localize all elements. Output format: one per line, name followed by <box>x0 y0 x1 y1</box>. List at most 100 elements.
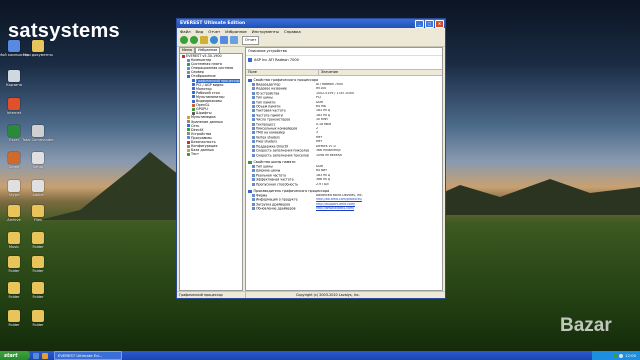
tree-item-icon <box>187 136 190 140</box>
desktop-icon-label: Setup <box>32 165 44 169</box>
property-field-label: TMU на конвейер <box>256 131 285 135</box>
desktop-icon-glyph <box>32 40 44 52</box>
property-row[interactable]: Обновление драйверов http://www.aida64.co… <box>246 207 442 211</box>
status-left: Графический процессор <box>177 292 246 298</box>
tree-item-icon <box>187 120 190 124</box>
menu-item[interactable]: Вид <box>196 29 204 34</box>
report-button[interactable]: Отчет <box>242 35 260 45</box>
start-button[interactable]: start <box>0 351 30 360</box>
everest-window[interactable]: EVEREST Ultimate Edition _ □ × Файл Вид От… <box>176 18 446 299</box>
property-field-label: Фирма <box>256 193 268 198</box>
tree-item-icon <box>187 58 190 62</box>
property-field: Обновление драйверов <box>246 207 316 211</box>
property-field-label: Тактовая частота <box>256 109 286 113</box>
property-field-label: Тип шины <box>256 164 273 169</box>
desktop-icon[interactable]: Корзина <box>0 70 32 87</box>
watermark-text: Bazar <box>560 315 612 336</box>
menu-item[interactable]: Избранное <box>225 29 247 34</box>
desktop-icon-label: Adobe <box>32 193 44 197</box>
desktop-icon-label: Files <box>34 218 42 222</box>
column-header: Поле Значение <box>246 69 442 76</box>
task-everest[interactable]: EVEREST Ultimate Ed... <box>54 351 122 360</box>
property-icon <box>252 173 255 177</box>
property-field-label: Техпроцесс <box>256 122 276 127</box>
desktop-icon[interactable]: Folder <box>20 256 56 273</box>
close-button[interactable]: × <box>435 19 444 28</box>
property-field-label: Ширина шины <box>256 169 281 173</box>
menu-item[interactable]: Справка <box>284 29 301 34</box>
property-field-label: Эффективная частота <box>256 178 294 182</box>
property-icon <box>252 109 255 113</box>
status-bar: Графический процессор Copyright (c) 2003… <box>177 291 445 298</box>
window-titlebar[interactable]: EVEREST Ultimate Edition _ □ × <box>177 19 445 28</box>
property-icon <box>252 127 255 131</box>
back-icon[interactable] <box>180 36 188 44</box>
tree-item-icon <box>192 99 195 103</box>
property-icon <box>252 169 255 173</box>
group-icon <box>248 160 252 165</box>
column-field[interactable]: Поле <box>246 70 319 75</box>
refresh-icon[interactable] <box>210 36 218 44</box>
desktop-icon[interactable]: Internet <box>0 98 32 115</box>
desktop-icon-glyph <box>8 98 20 110</box>
tree-item[interactable]: Операционная система <box>180 66 242 70</box>
tree-item-icon <box>187 75 190 79</box>
desktop-icon[interactable]: Total Commander <box>20 125 56 142</box>
up-icon[interactable] <box>200 36 208 44</box>
property-field: Пропускная способность <box>246 182 316 187</box>
property-link[interactable]: http://www.aida64.com/ <box>316 207 442 211</box>
desktop-icon[interactable]: Мои документы <box>20 40 56 57</box>
desktop-icon[interactable]: Setup <box>20 152 56 169</box>
property-icon <box>252 91 255 95</box>
network-icon[interactable] <box>613 353 618 358</box>
minimize-button[interactable]: _ <box>415 19 424 28</box>
property-icon <box>252 149 255 153</box>
chart-icon[interactable] <box>230 36 238 44</box>
property-field-label: Реальная частота <box>256 173 286 178</box>
clock: 12:00 <box>625 353 636 358</box>
user-icon[interactable] <box>220 36 228 44</box>
device-selector[interactable]: ASP Inc ATI Radeon 7000 <box>246 56 442 64</box>
property-field-label: Скорость заполнения пикселов <box>256 149 310 153</box>
desktop-icon-label: Archive <box>7 218 21 222</box>
desktop-icon-glyph <box>8 256 20 268</box>
group-icon <box>248 189 252 194</box>
column-value[interactable]: Значение <box>319 70 338 75</box>
tree-item-icon <box>192 103 195 107</box>
property-field-label: ID устройства <box>256 91 280 96</box>
desktop-icon[interactable]: Adobe <box>20 180 56 197</box>
taskbar: start EVEREST Ultimate Ed... 12:00 <box>0 351 640 360</box>
volume-icon[interactable] <box>619 353 624 358</box>
desktop-icon[interactable]: Folder <box>20 310 56 327</box>
desktop-quicklaunch-icon[interactable] <box>33 352 39 359</box>
desktop-icon-glyph <box>32 310 44 322</box>
property-row[interactable]: Пропускная способность 2.9 ГБ/с <box>246 182 442 187</box>
desktop-icon-label: Folder <box>8 269 20 273</box>
property-icon <box>252 96 255 100</box>
desktop-icon[interactable]: Folder <box>20 232 56 249</box>
maximize-button[interactable]: □ <box>425 19 434 28</box>
desktop-icon-label: Folder <box>8 323 20 327</box>
property-icon <box>252 144 255 148</box>
tree-item[interactable]: Тест <box>180 152 242 156</box>
menu-item[interactable]: Отчет <box>208 29 220 34</box>
property-icon <box>252 113 255 117</box>
desktop-icon[interactable]: Files <box>20 205 56 222</box>
property-field-label: Загрузка драйверов <box>256 202 291 207</box>
desktop-icon-label: Music <box>8 245 20 249</box>
property-row[interactable]: Скорость заполнения текселов 1098 МТексел… <box>246 153 442 158</box>
tree-item-icon <box>187 70 190 74</box>
property-field-label: Видеоадаптер <box>256 83 281 87</box>
browser-quicklaunch-icon[interactable] <box>42 352 48 359</box>
property-icon <box>252 105 255 109</box>
tree-item-icon <box>187 140 190 144</box>
tree-item-icon <box>187 115 190 119</box>
forward-icon[interactable] <box>190 36 198 44</box>
desktop-icon[interactable]: Folder <box>20 282 56 299</box>
tree-item-icon <box>182 54 185 58</box>
menu-item[interactable]: Файл <box>180 29 191 34</box>
property-icon <box>252 207 255 211</box>
menu-item[interactable]: Инструменты <box>252 29 279 34</box>
device-header: Описание устройства <box>246 48 442 56</box>
tree-item-icon <box>187 62 190 66</box>
